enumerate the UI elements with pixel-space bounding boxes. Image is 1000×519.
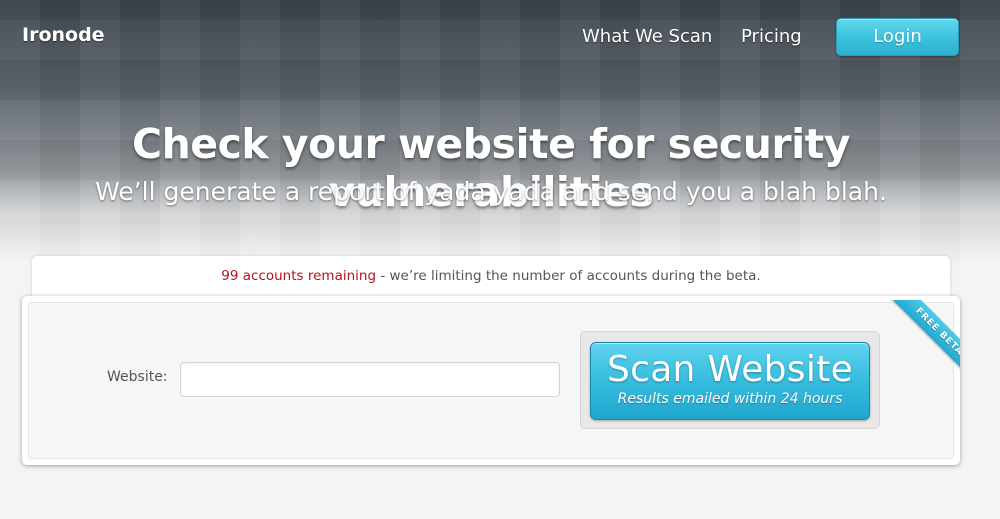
- nav-what-we-scan[interactable]: What We Scan: [582, 26, 712, 47]
- hero-subheadline: We’ll generate a report of yada yada and…: [95, 177, 887, 206]
- scan-button-title: Scan Website: [606, 349, 854, 390]
- accounts-remaining-count: 99 accounts remaining: [221, 268, 377, 284]
- login-button[interactable]: Login: [836, 18, 959, 56]
- website-label: Website:: [107, 369, 168, 385]
- free-beta-ribbon: FREE BETA: [878, 300, 960, 382]
- website-input[interactable]: [180, 362, 560, 397]
- accounts-notice: 99 accounts remaining - we’re limiting t…: [32, 256, 950, 296]
- scan-button-subtitle: Results emailed within 24 hours: [617, 391, 843, 407]
- free-beta-ribbon-label: FREE BETA: [885, 300, 960, 382]
- accounts-notice-text: - we’re limiting the number of accounts …: [376, 268, 761, 284]
- site-logo[interactable]: Ironode: [22, 24, 105, 46]
- scan-website-button[interactable]: Scan Website Results emailed within 24 h…: [590, 342, 870, 420]
- nav-pricing[interactable]: Pricing: [741, 26, 802, 47]
